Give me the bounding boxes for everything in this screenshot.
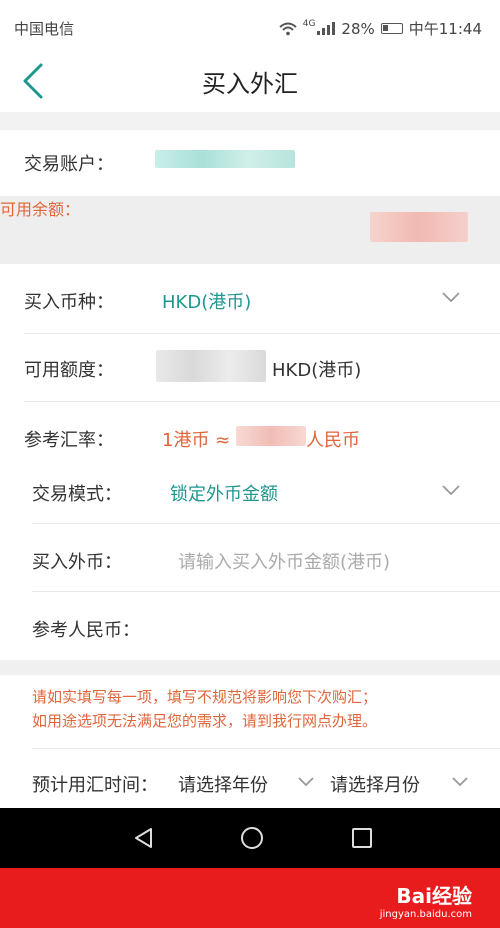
status-indicators: 4G 28% 中午11:44 — [279, 18, 482, 39]
signal-icon — [317, 22, 336, 35]
watermark-logo: Bai经验 — [396, 884, 472, 908]
notice-line: 请如实填写每一项，填写不规范将影响您下次购汇； — [32, 688, 378, 706]
redacted-quota — [156, 350, 266, 382]
schedule-row: 预计用汇时间： 请选择年份 请选择月份 — [0, 749, 500, 808]
triangle-back-icon — [135, 828, 152, 848]
wifi-icon — [279, 22, 297, 35]
redacted-account-number — [155, 150, 295, 168]
network-type: 4G — [302, 18, 316, 29]
rate-prefix: 1港币 ≈ — [162, 430, 231, 451]
battery-icon — [380, 23, 403, 34]
rate-row: 参考汇率： 1港币 ≈ 人民币 — [0, 402, 500, 464]
chevron-down-icon — [442, 485, 460, 495]
quota-row: 可用额度： HKD(港币) — [0, 334, 500, 402]
schedule-label: 预计用汇时间： — [32, 775, 158, 796]
quota-unit: HKD(港币) — [272, 360, 362, 381]
watermark-url: jingyan.baidu.com — [379, 909, 472, 920]
rate-suffix: 人民币 — [306, 430, 360, 451]
currency-label: 买入币种： — [24, 292, 114, 313]
watermark-band: Bai经验 jingyan.baidu.com — [0, 868, 500, 928]
system-back-button[interactable] — [124, 820, 164, 856]
system-recents-button[interactable] — [342, 820, 382, 856]
navigation-bar: 买入外汇 — [0, 56, 500, 112]
carrier-name: 中国电信 — [14, 20, 75, 38]
buy-amount-row: 买入外币： 请输入买入外币金额(港币) — [0, 524, 500, 592]
year-select[interactable]: 请选择年份 — [178, 771, 268, 797]
baidu-jingyan-watermark: Bai经验 jingyan.baidu.com — [380, 880, 472, 920]
clock: 中午11:44 — [408, 20, 482, 38]
balance-row: 可用余额： — [0, 196, 500, 264]
quota-label: 可用额度： — [24, 360, 114, 381]
chevron-down-icon — [452, 777, 468, 787]
rmb-reference-label: 参考人民币： — [32, 620, 140, 641]
notice-text: 请如实填写每一项，填写不规范将影响您下次购汇； 如用途选项无法满足您的需求，请到… — [0, 675, 500, 748]
notice-line: 如用途选项无法满足您的需求，请到我行网点办理。 — [32, 712, 378, 730]
month-select[interactable]: 请选择月份 — [330, 771, 420, 797]
buy-amount-label: 买入外币： — [32, 552, 122, 573]
battery-percent: 28% — [341, 19, 375, 38]
page-title: 买入外汇 — [202, 70, 298, 98]
rate-label: 参考汇率： — [24, 430, 114, 451]
redacted-rate — [236, 426, 306, 446]
currency-value: HKD(港币) — [162, 292, 252, 313]
square-recents-icon — [352, 828, 372, 848]
balance-label: 可用余额： — [0, 200, 81, 219]
chevron-down-icon — [442, 292, 460, 302]
section-spacer — [0, 112, 500, 130]
system-navigation-bar — [0, 808, 500, 868]
buy-amount-input[interactable]: 请输入买入外币金额(港币) — [178, 548, 390, 574]
chevron-down-icon — [298, 777, 314, 787]
rmb-reference-row: 参考人民币： — [0, 592, 500, 660]
currency-row[interactable]: 买入币种： HKD(港币) — [0, 264, 500, 334]
redacted-balance — [370, 212, 468, 242]
account-label: 交易账户： — [24, 154, 114, 175]
trade-mode-row[interactable]: 交易模式： 锁定外币金额 — [0, 464, 500, 524]
circle-home-icon — [241, 827, 263, 849]
trade-mode-value: 锁定外币金额 — [170, 484, 278, 505]
account-row: 交易账户： — [0, 130, 500, 196]
section-spacer — [0, 660, 500, 675]
system-home-button[interactable] — [232, 820, 272, 856]
trade-mode-label: 交易模式： — [32, 484, 122, 505]
status-bar: 中国电信 4G 28% 中午11:44 — [0, 0, 500, 56]
